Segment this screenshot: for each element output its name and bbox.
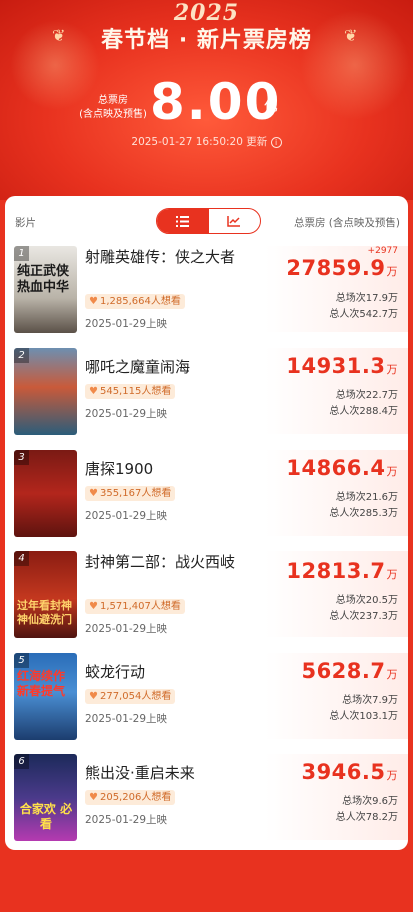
box-office-value: 12813.7万 — [286, 559, 398, 583]
audience-count: 总人次237.3万 — [329, 611, 398, 622]
film-poster: 5 红海续作 新春提气 — [14, 653, 77, 740]
heart-icon: ♥ — [89, 601, 98, 612]
heart-icon: ♥ — [89, 792, 98, 803]
poster-slogan: 红海续作 新春提气 — [17, 669, 66, 698]
audience-count: 总人次78.2万 — [335, 812, 398, 823]
film-poster: 1 纯正武侠 热血中华 — [14, 246, 77, 333]
heart-icon: ♥ — [89, 691, 98, 702]
rank-badge: 1 — [14, 246, 29, 261]
poster-slogan: 纯正武侠 热血中华 — [17, 264, 70, 295]
table-header: 影片 总票房 (含点映及预售) — [5, 196, 408, 246]
box-office-value: 14866.4万 — [286, 456, 398, 480]
release-date: 2025-01-29上映 — [85, 318, 168, 330]
rank-badge: 6 — [14, 754, 29, 769]
poster-slogan: 合家欢 必看 — [19, 802, 73, 831]
film-title: 射雕英雄传：侠之大者 — [85, 248, 236, 266]
film-row[interactable]: 5 红海续作 新春提气 蛟龙行动 ♥ 277,054人想看 2025-01-29上… — [5, 653, 408, 753]
audience-count: 总人次288.4万 — [329, 406, 398, 417]
view-toggle — [156, 208, 261, 234]
film-title: 蛟龙行动 — [85, 663, 146, 681]
film-title: 熊出没·重启未来 — [85, 764, 195, 782]
poster-slogan: 过年看封神 神仙避洗门 — [17, 599, 72, 626]
release-date: 2025-01-29上映 — [85, 510, 168, 522]
box-office-panel: +2977 27859.9万 总场次17.9万 总人次542.7万 — [265, 246, 408, 332]
screenings-count: 总场次22.7万 — [335, 390, 398, 401]
page-footer — [0, 850, 413, 912]
screenings-count: 总场次9.6万 — [342, 796, 398, 807]
box-office-value: 5628.7万 — [301, 659, 398, 683]
audience-count: 总人次103.1万 — [329, 711, 398, 722]
film-poster: 6 合家欢 必看 — [14, 754, 77, 841]
update-time: 2025-01-27 16:50:20 更新 i — [0, 134, 413, 149]
want-to-see-badge: ♥ 1,571,407人想看 — [85, 599, 185, 614]
release-date: 2025-01-29上映 — [85, 623, 168, 635]
box-office-value: 3946.5万 — [301, 760, 398, 784]
box-office-panel: 14866.4万 总场次21.6万 总人次285.3万 — [265, 450, 408, 536]
box-office-panel: 3946.5万 总场次9.6万 总人次78.2万 — [265, 754, 408, 840]
total-box-unit: 亿 — [264, 99, 278, 115]
release-date: 2025-01-29上映 — [85, 713, 168, 725]
film-row[interactable]: 3 唐探1900 ♥ 355,167人想看 2025-01-29上映 14866.… — [5, 450, 408, 550]
rank-badge: 3 — [14, 450, 29, 465]
trend-chart-icon — [227, 216, 241, 227]
box-office-value: 27859.9万 — [286, 256, 398, 280]
box-office-panel: 12813.7万 总场次20.5万 总人次237.3万 — [265, 551, 408, 637]
film-row[interactable]: 2 哪吒之魔童闹海 ♥ 545,115人想看 2025-01-29上映 14931… — [5, 348, 408, 448]
want-to-see-badge: ♥ 277,054人想看 — [85, 689, 176, 704]
film-title: 唐探1900 — [85, 460, 154, 478]
list-view-button[interactable] — [157, 209, 209, 233]
film-title: 封神第二部：战火西岐 — [85, 553, 236, 571]
rank-badge: 2 — [14, 348, 29, 363]
screenings-count: 总场次21.6万 — [335, 492, 398, 503]
rank-badge: 5 — [14, 653, 29, 668]
heart-icon: ♥ — [89, 386, 98, 397]
ranking-card: 影片 总票房 (含点映及预售) 1 纯正武侠 热血中华 射雕英雄传：侠之大者 ♥… — [5, 196, 408, 850]
film-row[interactable]: 1 纯正武侠 热血中华 射雕英雄传：侠之大者 ♥ 1,285,664人想看 202… — [5, 246, 408, 346]
film-row[interactable]: 6 合家欢 必看 熊出没·重启未来 ♥ 205,206人想看 2025-01-29… — [5, 754, 408, 850]
box-office-value: 14931.3万 — [286, 354, 398, 378]
film-poster: 4 过年看封神 神仙避洗门 — [14, 551, 77, 638]
column-box-label: 总票房 (含点映及预售) — [293, 217, 400, 229]
audience-count: 总人次542.7万 — [329, 309, 398, 320]
info-icon[interactable]: i — [270, 136, 282, 148]
list-icon — [176, 215, 190, 227]
want-to-see-badge: ♥ 545,115人想看 — [85, 384, 176, 399]
heart-icon: ♥ — [89, 488, 98, 499]
want-to-see-badge: ♥ 205,206人想看 — [85, 790, 176, 805]
column-film-label: 影片 — [15, 217, 36, 229]
chart-view-button[interactable] — [209, 209, 261, 233]
screenings-count: 总场次17.9万 — [335, 293, 398, 304]
release-date: 2025-01-29上映 — [85, 814, 168, 826]
film-row[interactable]: 4 过年看封神 神仙避洗门 封神第二部：战火西岐 ♥ 1,571,407人想看 2… — [5, 551, 408, 651]
total-box-label: 总票房 (含点映及预售) — [79, 95, 147, 120]
want-to-see-badge: ♥ 355,167人想看 — [85, 486, 176, 501]
heart-icon: ♥ — [89, 296, 98, 307]
total-box-value: 8.00 — [150, 73, 282, 131]
rank-badge: 4 — [14, 551, 29, 566]
hero-banner: 2025 ❦ 春节档 · 新片票房榜 ❦ 总票房 (含点映及预售) 8.00 亿… — [0, 0, 413, 200]
film-poster: 3 — [14, 450, 77, 537]
box-office-panel: 14931.3万 总场次22.7万 总人次288.4万 — [265, 348, 408, 434]
box-office-panel: 5628.7万 总场次7.9万 总人次103.1万 — [265, 653, 408, 739]
screenings-count: 总场次20.5万 — [335, 595, 398, 606]
film-title: 哪吒之魔童闹海 — [85, 358, 191, 376]
want-to-see-badge: ♥ 1,285,664人想看 — [85, 294, 185, 309]
box-office-delta: +2977 — [367, 246, 398, 256]
wheat-right-icon: ❦ — [344, 26, 358, 45]
film-poster: 2 — [14, 348, 77, 435]
release-date: 2025-01-29上映 — [85, 408, 168, 420]
screenings-count: 总场次7.9万 — [342, 695, 398, 706]
audience-count: 总人次285.3万 — [329, 508, 398, 519]
